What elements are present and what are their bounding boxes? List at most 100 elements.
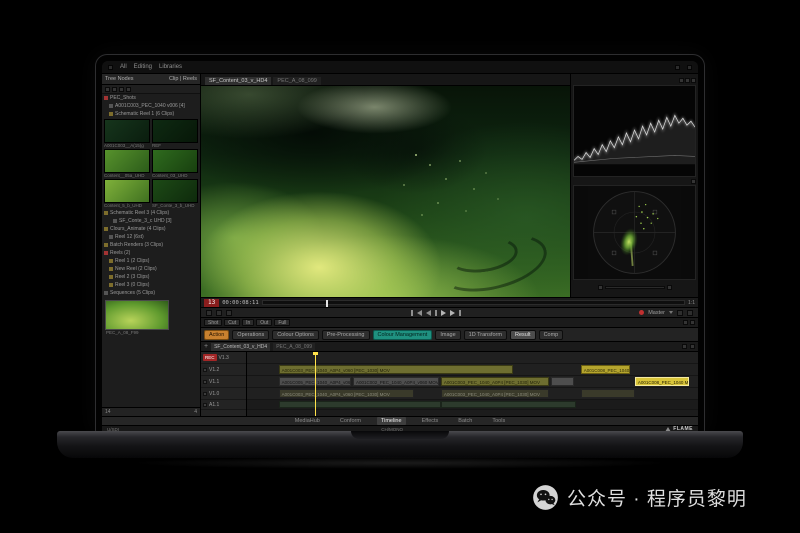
stop-icon[interactable]: [434, 309, 437, 316]
track-header[interactable]: V1.2: [201, 364, 246, 376]
mark-out-icon[interactable]: [216, 309, 222, 316]
tree-item[interactable]: Sequences (5 Clips): [102, 289, 200, 297]
go-to-end-icon[interactable]: [458, 309, 461, 316]
fullscreen-icon[interactable]: [687, 309, 693, 316]
menu-item-all[interactable]: All: [120, 64, 127, 70]
settings-icon[interactable]: [675, 64, 680, 70]
track-header[interactable]: V1.1: [201, 376, 246, 388]
timeline-clip[interactable]: A001C002_PEC_1040_A0P4_v060 MOV: [352, 377, 439, 386]
fx-button-image[interactable]: Image: [435, 329, 461, 340]
clip-thumbnail[interactable]: A001C003__A(15)g: [104, 119, 150, 148]
clip-thumbnail-image[interactable]: [152, 179, 198, 203]
image-viewport[interactable]: [201, 86, 570, 297]
timeline-clip[interactable]: A001C003_PEC_1040_A0P4_v060 [PEC_1030] M…: [278, 389, 414, 398]
sequence-tab-active[interactable]: SF_Content_03_v_HD4: [211, 342, 271, 351]
lock-icon[interactable]: [203, 379, 207, 384]
audio-clip[interactable]: [440, 401, 577, 408]
go-to-start-icon[interactable]: [410, 309, 413, 316]
timeline-clip[interactable]: A001C003_PEC_1040_A0P4 [PEC_1030] MOV: [440, 389, 550, 398]
timeline-clip[interactable]: [580, 389, 635, 398]
clip-thumbnail-image[interactable]: [104, 179, 150, 203]
fx-button-1d-transform[interactable]: 1D Transform: [463, 329, 507, 340]
tree-item[interactable]: Schematic Reel 3 (4 Clips): [102, 209, 200, 217]
audio-clip[interactable]: [278, 401, 441, 408]
menu-item-libraries[interactable]: Libraries: [159, 64, 182, 70]
tree-item[interactable]: Batch Renders (3 Clips): [102, 241, 200, 249]
zoom-in-icon[interactable]: [682, 344, 687, 349]
track-header[interactable]: V1.0: [201, 388, 246, 400]
tab-mediahub[interactable]: MediaHub: [291, 418, 324, 424]
tree-item[interactable]: Reel 2 (3 Clips): [102, 273, 200, 281]
clip-thumbnail-image[interactable]: [152, 119, 198, 143]
clip-thumbnail-image[interactable]: [104, 149, 150, 173]
speaker-icon[interactable]: [203, 402, 207, 407]
scrub-position-handle[interactable]: [325, 300, 328, 307]
scope-intensity-slider[interactable]: [604, 286, 665, 289]
tab-tools[interactable]: Tools: [488, 418, 509, 424]
tree-item[interactable]: Reel 1 (2 Clips): [102, 257, 200, 265]
tree-item[interactable]: A001C003_PEC_1040 v006 [4]: [102, 102, 200, 110]
clip-thumbnail[interactable]: REF: [152, 119, 198, 148]
tab-batch[interactable]: Batch: [454, 418, 476, 424]
tree-item[interactable]: PEC_Shots: [102, 94, 200, 102]
tool-button[interactable]: Cut: [224, 319, 241, 326]
tool-button[interactable]: Out: [256, 319, 273, 326]
clip-thumbnail[interactable]: Content__05a_UHD: [104, 149, 150, 178]
menu-item-editing[interactable]: Editing: [134, 64, 152, 70]
timeline-clip[interactable]: A001C003_PEC_1040_A0P4 [PEC_1030] MOV: [440, 377, 550, 386]
layout-icon[interactable]: [687, 64, 692, 70]
scrub-bar[interactable]: [261, 300, 686, 307]
tree-item[interactable]: Reel 3 (0 Clips): [102, 281, 200, 289]
fx-button-pre-processing[interactable]: Pre-Processing: [321, 329, 370, 340]
step-forward-icon[interactable]: [449, 309, 455, 316]
tab-conform[interactable]: Conform: [336, 418, 365, 424]
zoom-out-icon[interactable]: [690, 344, 695, 349]
scope-type-icon[interactable]: [679, 77, 684, 83]
fx-button-operations[interactable]: Operations: [232, 329, 270, 340]
tool-button[interactable]: In: [242, 319, 255, 326]
fx-button-comp[interactable]: Comp: [538, 329, 564, 340]
filter-icon[interactable]: [126, 86, 131, 92]
track-header[interactable]: A1.1: [201, 400, 246, 410]
tab-timeline[interactable]: Timeline: [376, 417, 406, 425]
sequence-tab[interactable]: PEC_A_08_099: [273, 342, 316, 351]
tree-item[interactable]: SF_Conte_3_c UHD [3]: [102, 217, 200, 225]
play-icon[interactable]: [440, 309, 446, 316]
link-icon[interactable]: [690, 320, 695, 325]
viewer-tab-active[interactable]: SF_Content_03_v_HD4: [205, 77, 272, 85]
output-selector[interactable]: Master: [648, 310, 665, 316]
scope-options-icon[interactable]: [691, 77, 696, 83]
add-sequence-icon[interactable]: +: [204, 343, 208, 350]
tree-item[interactable]: Clours_Animate (4 Clips): [102, 225, 200, 233]
tool-button[interactable]: Full: [274, 319, 291, 326]
clip-thumbnail[interactable]: SF_Conte_3_b_UHD: [152, 179, 198, 208]
list-view-icon[interactable]: [112, 86, 117, 92]
fx-button-result[interactable]: Result: [509, 329, 536, 340]
step-back-icon[interactable]: [416, 309, 422, 316]
thumb-view-icon[interactable]: [119, 86, 124, 92]
tab-effects[interactable]: Effects: [418, 418, 443, 424]
timeline-clip-selected[interactable]: A001C008_PEC_1040 MOV: [634, 377, 689, 386]
clip-thumbnail[interactable]: Content_5_b_UHD: [104, 179, 150, 208]
loop-icon[interactable]: [226, 309, 232, 316]
timeline-lanes[interactable]: A001C003_PEC_1040_A0P4_v060 [PEC_1030] M…: [247, 352, 698, 416]
vectorscope-options-icon[interactable]: [691, 178, 696, 184]
scope-scale-icon[interactable]: [685, 77, 690, 83]
tree-item[interactable]: Schematic Reel 1 (6 Clips): [102, 110, 200, 118]
mute-icon[interactable]: [677, 309, 683, 316]
track-header[interactable]: REC V1.3: [201, 352, 246, 364]
tree-item[interactable]: Reels (2): [102, 249, 200, 257]
mark-in-icon[interactable]: [206, 309, 212, 316]
fx-button-colour-options[interactable]: Colour Options: [272, 329, 319, 340]
lock-icon[interactable]: [203, 367, 207, 372]
fx-button-colour-management[interactable]: Colour Management: [372, 329, 433, 340]
gain-icon[interactable]: [597, 285, 603, 290]
fx-button-action[interactable]: Action: [204, 329, 230, 340]
new-folder-icon[interactable]: [105, 86, 110, 92]
scope-reset-icon[interactable]: [666, 285, 672, 290]
timeline-clip[interactable]: [551, 377, 574, 386]
play-reverse-icon[interactable]: [425, 309, 431, 316]
clip-thumbnail-image[interactable]: [104, 119, 150, 143]
viewer-tab[interactable]: PEC_A_08_099: [273, 77, 321, 85]
tree-item[interactable]: Reel 12 (6st): [102, 233, 200, 241]
